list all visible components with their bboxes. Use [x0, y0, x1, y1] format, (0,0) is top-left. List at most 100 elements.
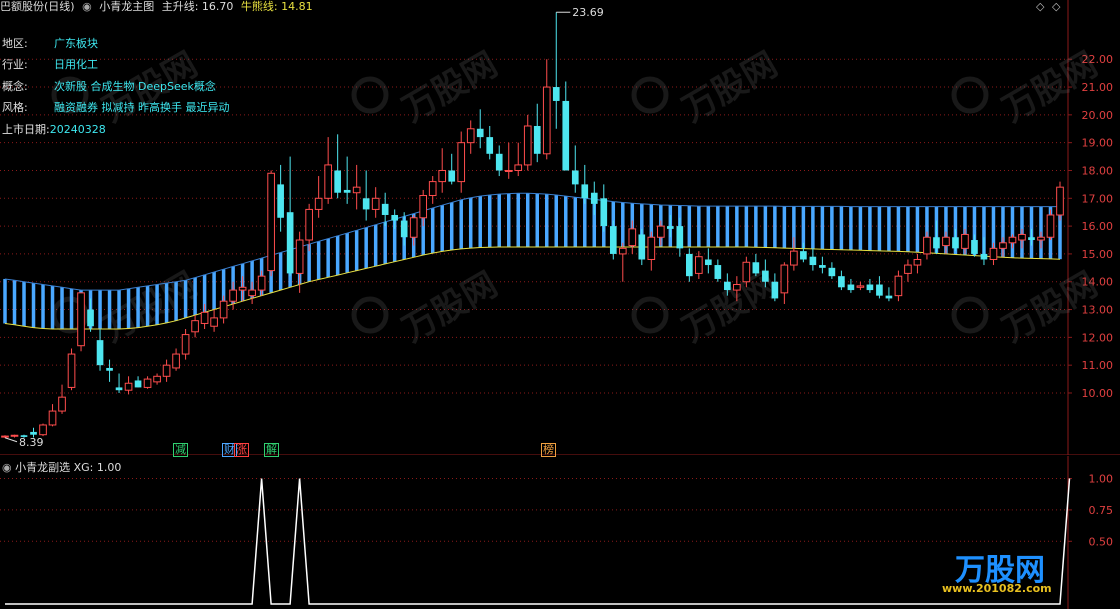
candle-body	[838, 276, 845, 288]
candle-body	[30, 431, 37, 435]
candle-body	[695, 256, 703, 274]
candle-body	[866, 284, 874, 291]
candle-body	[1, 435, 9, 438]
candle-body	[923, 236, 931, 255]
info-row-concept: 概念: 次新股 合成生物 DeepSeek概念	[2, 80, 216, 94]
candle-body	[618, 247, 627, 255]
candle-body	[248, 289, 256, 297]
y-tick-label: 16.00	[1082, 220, 1114, 233]
indicator-name[interactable]: 小青龙主图	[99, 0, 154, 13]
candle-body	[476, 128, 484, 138]
candle-body	[504, 169, 513, 172]
low-pointer	[4, 437, 18, 443]
candle-body	[238, 286, 247, 291]
candle-body	[295, 239, 304, 274]
candle-body	[428, 181, 437, 197]
candle-body	[10, 434, 19, 437]
sub-indicator-name[interactable]: 小青龙副选	[15, 461, 70, 474]
candle-body	[219, 300, 228, 319]
candle-body	[210, 317, 218, 327]
candle-body	[971, 240, 978, 254]
candle-body	[314, 197, 323, 210]
candle-body	[466, 128, 475, 144]
y-tick-label: 18.00	[1082, 164, 1114, 177]
candle-body	[495, 153, 503, 171]
event-mark-list[interactable]: 榜	[541, 443, 556, 457]
candle-body	[448, 170, 456, 182]
watermark-text: 万股网	[396, 264, 504, 350]
candle-body	[200, 311, 209, 324]
watermark-emblem	[631, 76, 669, 114]
y-tick-label: 12.00	[1082, 331, 1114, 344]
candle-body	[666, 226, 674, 229]
y-tick-label: 11.00	[1082, 359, 1114, 372]
xg-value: 1.00	[96, 461, 122, 474]
diamond-icon-2[interactable]: ◇	[1052, 0, 1060, 13]
candle-body	[134, 380, 142, 388]
info-key: 地区:	[2, 37, 28, 50]
candle-body	[771, 281, 779, 299]
candle-body	[542, 86, 551, 155]
info-value: 20240328	[49, 123, 106, 136]
info-row-listing: 上市日期:20240328	[2, 123, 106, 137]
candle-body	[876, 284, 883, 296]
watermark-emblem	[351, 76, 389, 114]
candle-body	[334, 170, 341, 193]
candle-body	[267, 172, 275, 272]
candle-body	[457, 142, 466, 183]
watermark-emblem	[951, 296, 989, 334]
candle-body	[409, 217, 418, 238]
candle-body	[856, 285, 865, 288]
candle-body	[1018, 233, 1026, 241]
watermark-emblem	[351, 296, 389, 334]
stock-name: 巴额股份(日线)	[0, 0, 75, 13]
y-tick-label: 17.00	[1082, 192, 1114, 205]
candle-body	[742, 261, 751, 283]
candle-body	[952, 237, 959, 249]
candle-body	[229, 289, 237, 302]
info-value: 广东板块	[54, 37, 98, 50]
candle-body	[790, 250, 798, 266]
sub-toggle-icon[interactable]: ◉	[2, 461, 12, 474]
candle-body	[961, 233, 969, 249]
candle-body	[780, 264, 789, 294]
candle-body	[391, 214, 399, 221]
candle-body	[324, 164, 332, 199]
candle-body	[999, 242, 1007, 249]
candle-body	[286, 212, 294, 274]
candle-body	[894, 275, 903, 297]
watermark-text: 万股网	[396, 44, 504, 130]
candle-body	[628, 228, 637, 247]
info-key: 上市日期:	[2, 123, 50, 136]
event-mark-reduce[interactable]: 减	[173, 443, 188, 457]
candle-body	[486, 137, 494, 154]
candle-body	[87, 309, 94, 327]
candle-body	[143, 378, 152, 388]
candle-body	[638, 234, 646, 260]
low-price-label: 8.39	[19, 436, 44, 449]
candle-body	[647, 236, 656, 260]
candle-body	[277, 184, 284, 218]
event-mark-rise[interactable]: 涨	[234, 443, 249, 457]
candle-body	[1028, 237, 1035, 241]
candle-body	[172, 353, 180, 369]
candle-body	[257, 275, 266, 291]
indicator-toggle-icon[interactable]: ◉	[82, 0, 92, 13]
info-row-industry: 行业: 日用化工	[2, 58, 98, 72]
candle-body	[419, 195, 428, 219]
candle-body	[39, 424, 47, 436]
watermark-emblem	[631, 296, 669, 334]
candle-body	[714, 265, 722, 279]
main-line-value: 16.70	[201, 0, 234, 13]
candle-body	[514, 164, 523, 171]
candle-body	[989, 247, 998, 260]
candle-body	[124, 382, 133, 391]
event-mark-unlock[interactable]: 解	[264, 443, 279, 457]
xg-label: XG:	[73, 461, 94, 474]
candle-body	[724, 281, 731, 291]
bull-line-value: 14.81	[281, 0, 313, 13]
candle-body	[153, 375, 161, 383]
candle-body	[305, 208, 313, 241]
diamond-icon[interactable]: ◇	[1036, 0, 1044, 13]
candle-body	[942, 236, 950, 247]
